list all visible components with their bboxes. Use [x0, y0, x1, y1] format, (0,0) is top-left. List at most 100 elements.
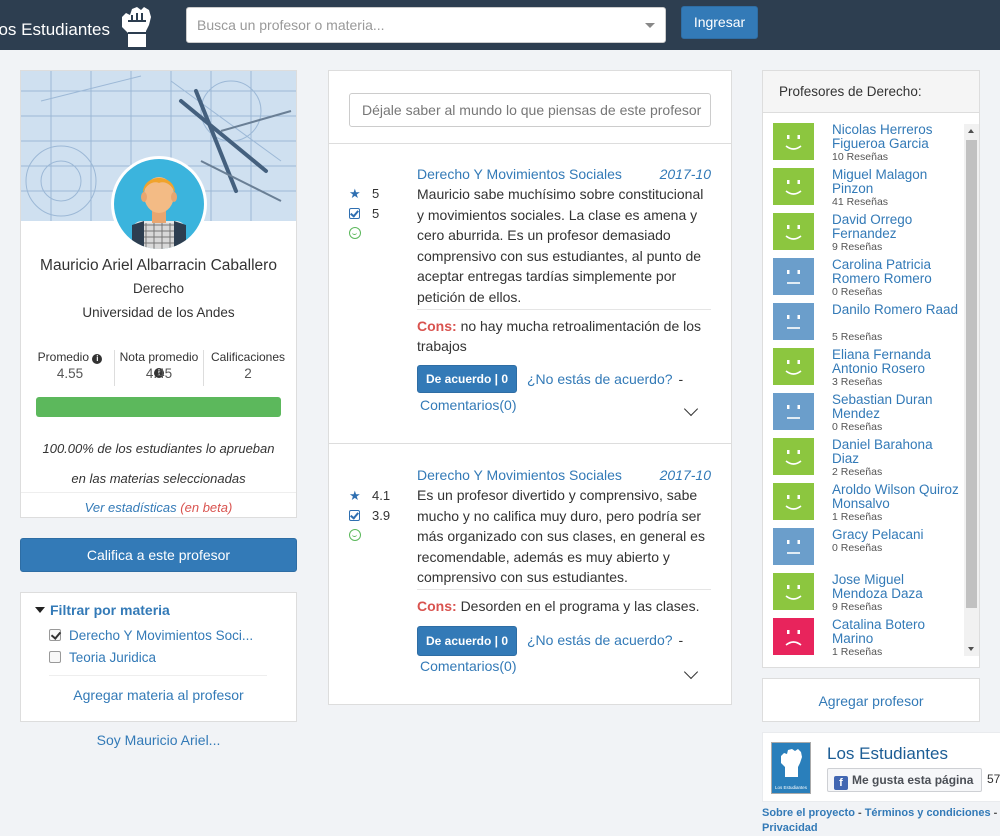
review-rating: 5 — [372, 186, 380, 201]
scrollbar-thumb[interactable] — [966, 140, 977, 608]
approval-progress-bar — [36, 397, 281, 417]
review-date: 2017-10 — [659, 467, 711, 483]
professors-list: Nicolas Herreros Figueroa Garcia 10 Reseñ… — [773, 123, 963, 657]
professor-name-link[interactable]: Carolina Patricia Romero Romero — [832, 258, 962, 286]
subject-label[interactable]: Teoria Juridica — [69, 650, 156, 665]
review-subject[interactable]: Derecho Y Movimientos Sociales — [417, 166, 622, 182]
smile-icon — [349, 529, 361, 541]
subject-filter-panel: Filtrar por materia Derecho Y Movimiento… — [20, 592, 297, 722]
approval-progress-fill — [36, 397, 281, 417]
checkbox[interactable] — [49, 629, 61, 641]
happy-face-icon — [773, 573, 814, 610]
subject-filter-item[interactable]: Derecho Y Movimientos Soci... — [49, 628, 253, 643]
disagree-link[interactable]: ¿No estás de acuerdo? — [527, 632, 673, 648]
divider — [417, 589, 711, 590]
review-count: 0 Reseñas — [832, 542, 883, 554]
disagree-row: ¿No estás de acuerdo? - — [527, 371, 684, 387]
comments-link[interactable]: Comentarios(0) — [420, 397, 516, 413]
approval-line-1: 100.00% de los estudiantes lo aprueban — [42, 441, 275, 456]
professor-list-item[interactable]: Eliana Fernanda Antonio Rosero 3 Reseñas — [773, 348, 963, 393]
professor-list-item[interactable]: Miguel Malagon Pinzon 41 Reseñas — [773, 168, 963, 213]
comment-input[interactable] — [349, 93, 711, 127]
happy-face-icon — [773, 123, 814, 160]
professor-name-link[interactable]: Catalina Botero Marino — [832, 618, 962, 646]
scroll-up-icon[interactable] — [968, 129, 974, 133]
happy-face-icon — [773, 438, 814, 475]
like-count: 57 — [987, 772, 1000, 786]
professor-list-item[interactable]: Aroldo Wilson Quiroz Monsalvo 1 Reseñas — [773, 483, 963, 528]
review-grade: 3.9 — [372, 508, 391, 523]
disagree-row: ¿No estás de acuerdo? - — [527, 632, 684, 648]
review-count: 9 Reseñas — [832, 241, 883, 253]
subject-label[interactable]: Derecho Y Movimientos Soci... — [69, 628, 253, 643]
agree-button[interactable]: De acuerdo | 0 — [417, 365, 517, 393]
chevron-down-icon[interactable] — [683, 401, 699, 417]
professor-name-link[interactable]: Eliana Fernanda Antonio Rosero — [832, 348, 962, 376]
professor-list-item[interactable]: Catalina Botero Marino 1 Reseñas — [773, 618, 963, 657]
professor-name-link[interactable]: David Orrego Fernandez — [832, 213, 962, 241]
stat-nota-promedio: Nota promedio i 4.45 — [115, 350, 204, 386]
professor-list-item[interactable]: Jose Miguel Mendoza Daza 9 Reseñas — [773, 573, 963, 618]
professor-list-item[interactable]: Nicolas Herreros Figueroa Garcia 10 Reseñ… — [773, 123, 963, 168]
facebook-like-button[interactable]: f Me gusta esta página — [827, 768, 982, 792]
checkbox[interactable] — [49, 651, 61, 663]
claim-profile-link[interactable]: Soy Mauricio Ariel... — [20, 732, 297, 748]
beta-label: (en beta) — [180, 500, 233, 515]
approval-line-2: en las materias seleccionadas — [71, 471, 246, 486]
professor-list-item[interactable]: Daniel Barahona Diaz 2 Reseñas — [773, 438, 963, 483]
professor-name-link[interactable]: Miguel Malagon Pinzon — [832, 168, 962, 196]
professor-name-link[interactable]: Aroldo Wilson Quiroz Monsalvo — [832, 483, 962, 511]
professor-list-item[interactable]: Gracy Pelacani 0 Reseñas — [773, 528, 963, 573]
comments-link[interactable]: Comentarios(0) — [420, 658, 516, 674]
neutral-face-icon — [773, 393, 814, 430]
filter-title[interactable]: Filtrar por materia — [35, 602, 170, 618]
review-count: 3 Reseñas — [832, 376, 883, 388]
professor-name-link[interactable]: Gracy Pelacani — [832, 528, 962, 542]
privacy-link[interactable]: Privacidad — [762, 822, 818, 834]
professor-list-item[interactable]: Danilo Romero Raad 5 Reseñas — [773, 303, 963, 348]
chevron-down-icon[interactable] — [645, 23, 655, 28]
add-professor-button[interactable]: Agregar profesor — [762, 678, 980, 722]
professor-name-link[interactable]: Sebastian Duran Mendez — [832, 393, 962, 421]
about-link[interactable]: Sobre el proyecto — [762, 807, 855, 819]
stat-promedio: Promedio i 4.55 — [26, 350, 115, 386]
terms-link[interactable]: Términos y condiciones — [865, 807, 991, 819]
scrollbar[interactable] — [964, 124, 979, 656]
rate-professor-button[interactable]: Califica a este profesor — [20, 538, 297, 572]
add-subject-link[interactable]: Agregar materia al profesor — [21, 687, 296, 703]
review-subject[interactable]: Derecho Y Movimientos Sociales — [417, 467, 622, 483]
login-button[interactable]: Ingresar — [681, 6, 758, 39]
view-stats-link[interactable]: Ver estadísticas — [85, 500, 177, 515]
professor-list-item[interactable]: Carolina Patricia Romero Romero 0 Reseñas — [773, 258, 963, 303]
neutral-face-icon — [773, 528, 814, 565]
facebook-widget: Los Estudiantes Los Estudiantes f Me gust… — [762, 732, 1000, 802]
disagree-link[interactable]: ¿No estás de acuerdo? — [527, 371, 673, 387]
chevron-down-icon[interactable] — [683, 664, 699, 680]
review-rating: 4.1 — [372, 488, 391, 503]
search-input[interactable] — [187, 8, 627, 42]
agree-button[interactable]: De acuerdo | 0 — [417, 626, 517, 656]
professor-name-link[interactable]: Jose Miguel Mendoza Daza — [832, 573, 962, 601]
subject-filter-item[interactable]: Teoria Juridica — [49, 650, 156, 665]
raised-fist-logo-icon[interactable] — [116, 3, 156, 49]
review-text: Es un profesor divertido y comprensivo, … — [417, 487, 705, 585]
professor-name-link[interactable]: Danilo Romero Raad — [832, 303, 962, 317]
stat-label: Calificaciones — [210, 350, 286, 364]
info-circle-icon[interactable]: i — [92, 354, 103, 364]
scroll-down-icon[interactable] — [968, 647, 974, 651]
review-count: 1 Reseñas — [832, 511, 883, 523]
stats-link-row: Ver estadísticas (en beta) — [21, 492, 296, 518]
professor-list-item[interactable]: David Orrego Fernandez 9 Reseñas — [773, 213, 963, 258]
professor-list-item[interactable]: Sebastian Duran Mendez 0 Reseñas — [773, 393, 963, 438]
facebook-page-name[interactable]: Los Estudiantes — [827, 744, 948, 764]
search-box[interactable] — [186, 7, 666, 43]
top-navbar: Los Estudiantes Ingresar — [0, 0, 1000, 50]
professor-name-link[interactable]: Daniel Barahona Diaz — [832, 438, 962, 466]
review-date: 2017-10 — [659, 166, 711, 182]
happy-face-icon — [773, 213, 814, 250]
approval-text: 100.00% de los estudiantes lo aprueban e… — [21, 434, 296, 494]
stat-label: Promedio — [37, 350, 89, 364]
brand-name[interactable]: Los Estudiantes — [0, 0, 110, 50]
professor-name-link[interactable]: Nicolas Herreros Figueroa Garcia — [832, 123, 962, 151]
page-logo[interactable]: Los Estudiantes — [771, 742, 811, 794]
